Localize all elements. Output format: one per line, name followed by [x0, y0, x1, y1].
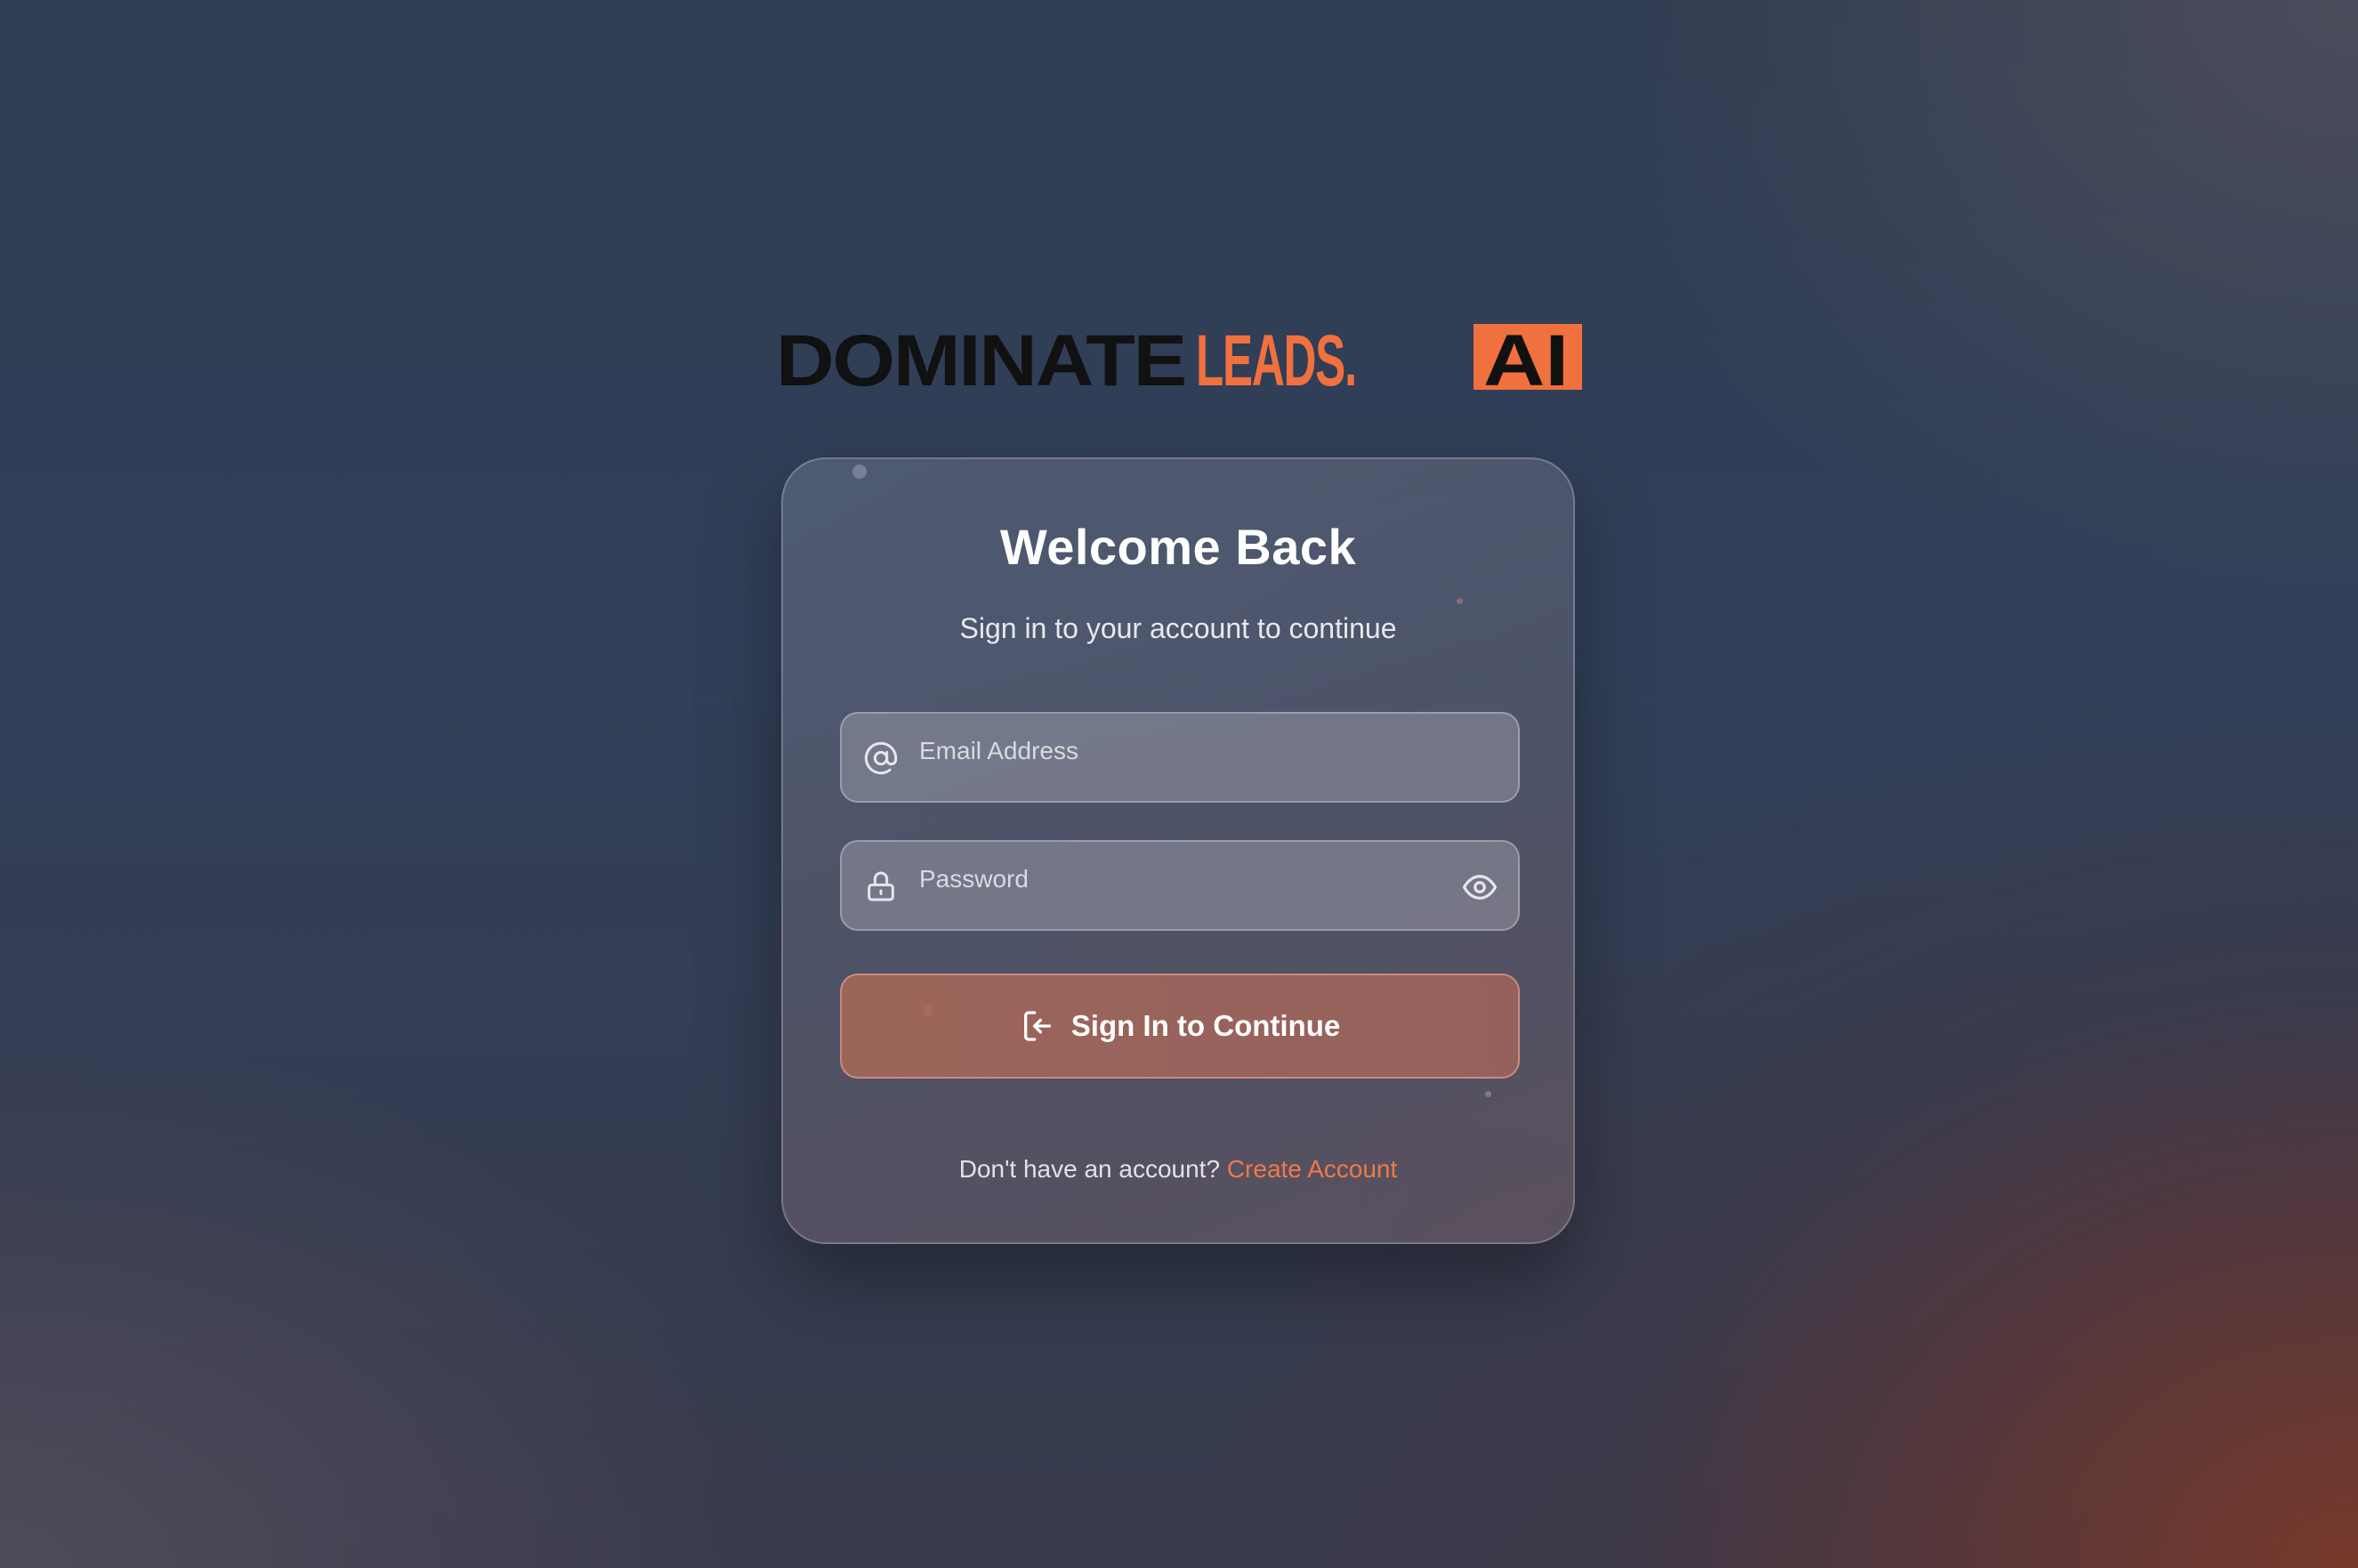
- brand-logo-svg: DOMINATE LEADS. AI: [776, 320, 1582, 392]
- sign-in-button[interactable]: Sign In to Continue: [840, 974, 1520, 1079]
- brand-logo: DOMINATE LEADS. AI: [776, 320, 1582, 392]
- page-subtitle: Sign in to your account to continue: [959, 612, 1397, 644]
- at-sign-icon: [863, 740, 899, 776]
- login-card: Welcome Back Sign in to your account to …: [781, 457, 1575, 1244]
- logo-text-leads: LEADS.: [1196, 320, 1356, 392]
- lock-icon: [863, 869, 899, 904]
- email-placeholder: Email Address: [919, 737, 1078, 764]
- decorative-dot: [852, 465, 867, 479]
- password-field[interactable]: Password: [840, 840, 1520, 931]
- password-placeholder: Password: [919, 865, 1029, 893]
- decorative-dot: [1485, 1091, 1491, 1097]
- sign-in-button-label: Sign In to Continue: [1070, 1009, 1341, 1042]
- signup-prompt-text: Don't have an account?: [958, 1155, 1221, 1183]
- logo-text-dominate: DOMINATE: [776, 320, 1185, 392]
- signup-prompt: Don't have an account? Create Account: [783, 1155, 1573, 1184]
- create-account-link[interactable]: Create Account: [1227, 1155, 1397, 1183]
- logo-text-ai: AI: [1483, 320, 1569, 392]
- email-field[interactable]: Email Address: [840, 712, 1520, 803]
- login-icon: [1020, 1008, 1055, 1044]
- eye-icon[interactable]: [1461, 869, 1498, 906]
- page-title: Welcome Back: [999, 519, 1357, 575]
- decorative-dot: [1457, 598, 1463, 604]
